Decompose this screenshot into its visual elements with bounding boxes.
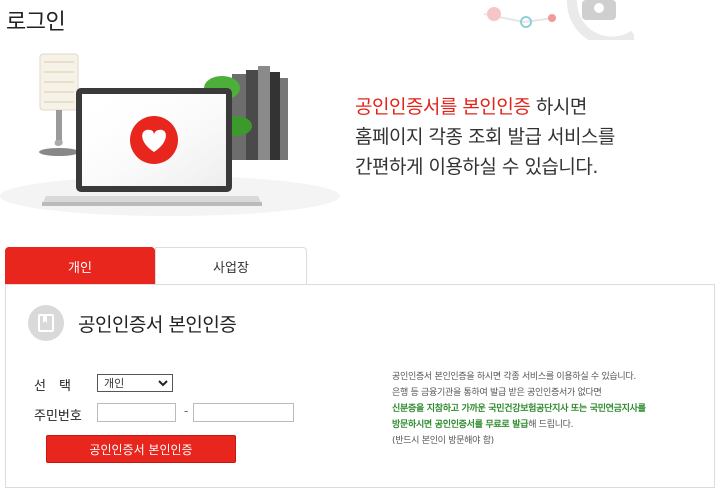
decorative-graphic (484, 0, 634, 40)
notice-line3: 신분증을 지참하고 가까운 국민건강보험공단지사 또는 국민연금지사를 (392, 404, 646, 414)
tab-business[interactable]: 사업장 (155, 247, 307, 285)
hero-line3: 간편하게 이용하실 수 있습니다. (355, 156, 598, 178)
lamp-icon (39, 53, 79, 156)
hero-line1-rest: 하시면 (530, 96, 587, 118)
certificate-auth-button[interactable]: 공인인증서 본인인증 (46, 435, 236, 463)
page-title: 로그인 (6, 10, 66, 35)
notice-line4-rest: 해 드립니다. (528, 420, 574, 430)
rrn-label: 주민번호 (34, 409, 82, 424)
hero-highlight: 공인인증서를 본인인증 (355, 96, 531, 118)
notice-line5: (반드시 본인이 방문해야 함) (392, 436, 494, 446)
books-icon (232, 66, 288, 160)
tab-personal[interactable]: 개인 (5, 247, 155, 285)
select-value: 개인 (104, 377, 125, 390)
notice-line4-green: 방문하시면 공인인증서를 무료로 발급 (392, 420, 529, 430)
login-type-tabs: 개인 사업장 (5, 247, 307, 285)
book-icon (28, 305, 64, 341)
chevron-down-icon (158, 379, 168, 386)
section-title: 공인인증서 본인인증 (78, 313, 237, 336)
hero-illustration (0, 53, 340, 216)
rrn-separator: - (184, 404, 189, 418)
notice-text: 공인인증서 본인인증을 하시면 각종 서비스를 이용하실 수 있습니다. 은행 … (392, 369, 702, 449)
hero-line2: 홈페이지 각종 조회 발급 서비스를 (355, 126, 615, 148)
select-label: 선 택 (34, 379, 71, 394)
user-type-select[interactable]: 개인 (97, 374, 173, 392)
notice-line1: 공인인증서 본인인증을 하시면 각종 서비스를 이용하실 수 있습니다. (392, 372, 636, 382)
login-panel: 공인인증서 본인인증 선 택 개인 주민번호 - 공인인증서 본인인증 공인인증… (5, 284, 715, 488)
rrn-front-input[interactable] (97, 403, 176, 422)
rrn-back-input[interactable] (193, 403, 294, 422)
hero-message: 공인인증서를 본인인증 하시면 홈페이지 각종 조회 발급 서비스를 간편하게 … (355, 92, 615, 182)
notice-line2: 은행 등 금융기관을 통하여 발급 받은 공인인증서가 없다면 (392, 388, 602, 398)
section-header: 공인인증서 본인인증 (28, 305, 237, 341)
